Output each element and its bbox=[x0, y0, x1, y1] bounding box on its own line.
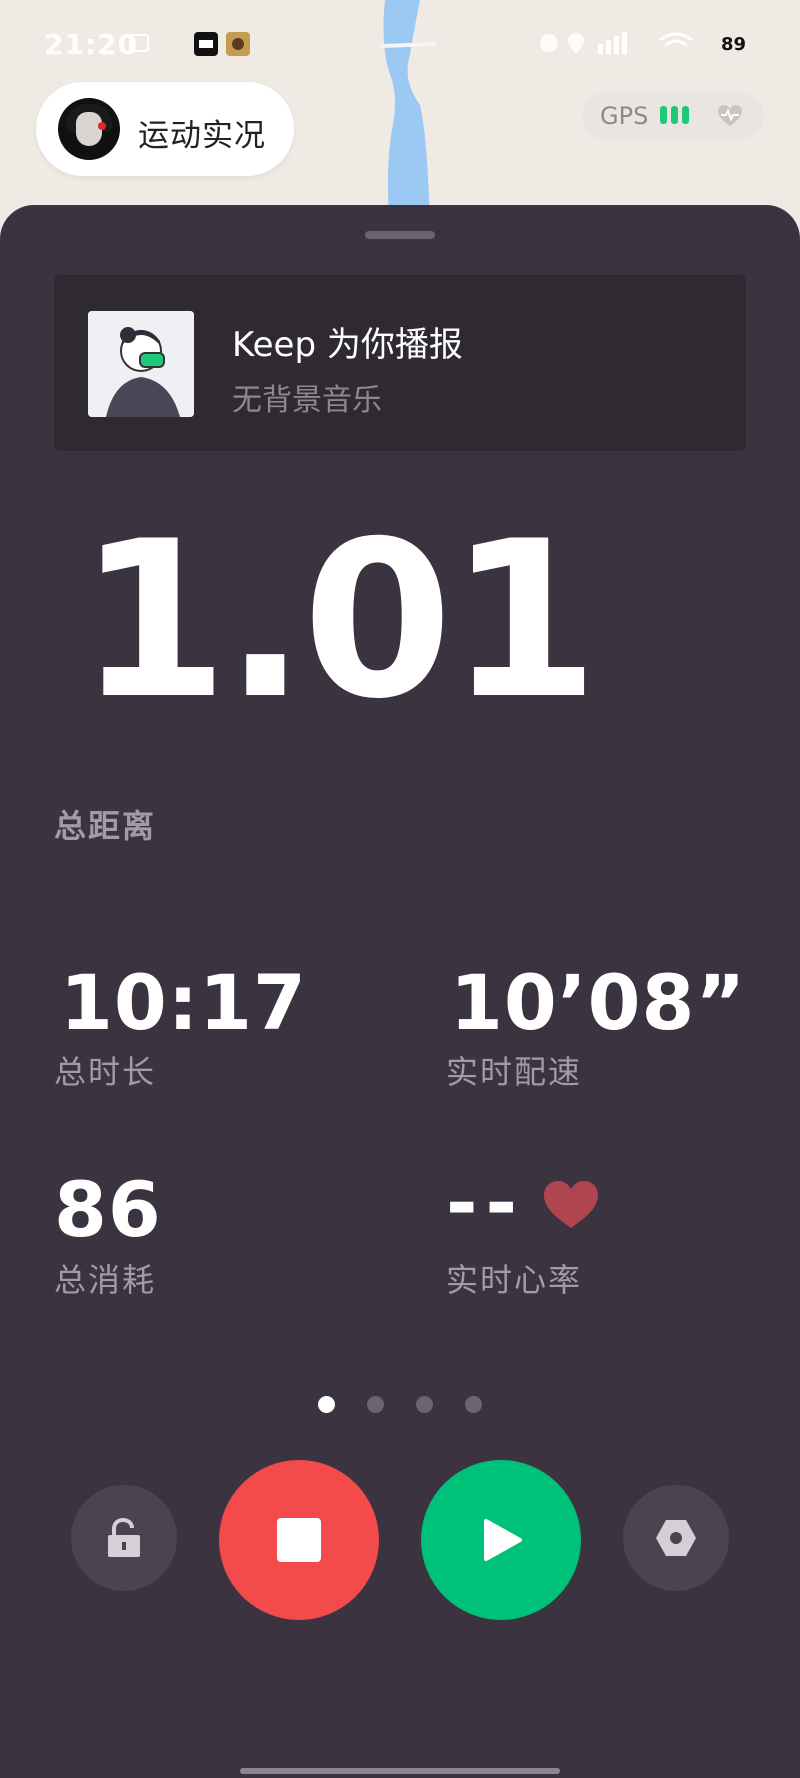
page-indicator[interactable] bbox=[318, 1396, 482, 1413]
calories-value: 86 bbox=[54, 1165, 162, 1254]
alarm-icon bbox=[538, 32, 560, 58]
resume-button[interactable] bbox=[421, 1460, 581, 1620]
page-dot-4[interactable] bbox=[465, 1396, 482, 1413]
game-app-icon bbox=[226, 32, 250, 60]
workout-panel: Keep 为你播报 无背景音乐 1.01 总距离 10:17 总时长 10’08… bbox=[0, 205, 800, 1778]
lock-button[interactable] bbox=[71, 1485, 177, 1591]
broadcast-cover-image bbox=[88, 311, 194, 417]
home-indicator[interactable] bbox=[240, 1768, 560, 1774]
settings-button[interactable] bbox=[623, 1485, 729, 1591]
pace-label: 实时配速 bbox=[446, 1053, 583, 1091]
voice-broadcast-card[interactable]: Keep 为你播报 无背景音乐 bbox=[54, 275, 746, 451]
page-dot-3[interactable] bbox=[416, 1396, 433, 1413]
app-icon bbox=[194, 32, 218, 60]
gps-status[interactable]: GPS bbox=[582, 92, 764, 140]
wifi-icon bbox=[656, 32, 696, 58]
duration-label: 总时长 bbox=[54, 1053, 157, 1091]
page-dot-1[interactable] bbox=[318, 1396, 335, 1413]
duration-value: 10:17 bbox=[60, 958, 307, 1047]
workout-live-header[interactable]: 运动实况 bbox=[36, 82, 294, 176]
distance-value: 1.01 bbox=[78, 495, 599, 746]
page-title: 运动实况 bbox=[138, 118, 266, 154]
calories-label: 总消耗 bbox=[54, 1261, 157, 1299]
gps-label: GPS bbox=[600, 102, 649, 130]
broadcast-title: Keep 为你播报 bbox=[232, 325, 463, 365]
heart-rate-device-icon bbox=[716, 104, 744, 132]
status-time: 21:20 bbox=[44, 28, 139, 61]
pace-value: 10’08” bbox=[450, 958, 747, 1047]
settings-icon bbox=[656, 1520, 696, 1556]
distance-label: 总距离 bbox=[54, 807, 157, 845]
play-icon bbox=[484, 1519, 522, 1561]
avatar[interactable] bbox=[58, 98, 120, 160]
page-dot-2[interactable] bbox=[367, 1396, 384, 1413]
heart-icon bbox=[542, 1180, 600, 1234]
location-icon bbox=[566, 32, 586, 58]
status-bar: 21:20 89 bbox=[0, 28, 800, 64]
lock-icon bbox=[108, 1517, 140, 1557]
background-music-status: 无背景音乐 bbox=[232, 383, 382, 418]
heart-rate-label: 实时心率 bbox=[446, 1261, 583, 1299]
stop-icon bbox=[277, 1518, 321, 1562]
signal-icon bbox=[598, 32, 648, 58]
battery-level: 89 bbox=[720, 34, 746, 55]
stop-button[interactable] bbox=[219, 1460, 379, 1620]
notification-icon bbox=[128, 32, 150, 58]
gps-signal-icon bbox=[660, 106, 689, 124]
heart-rate-value: -- bbox=[446, 1158, 526, 1247]
drag-handle[interactable] bbox=[365, 231, 435, 239]
